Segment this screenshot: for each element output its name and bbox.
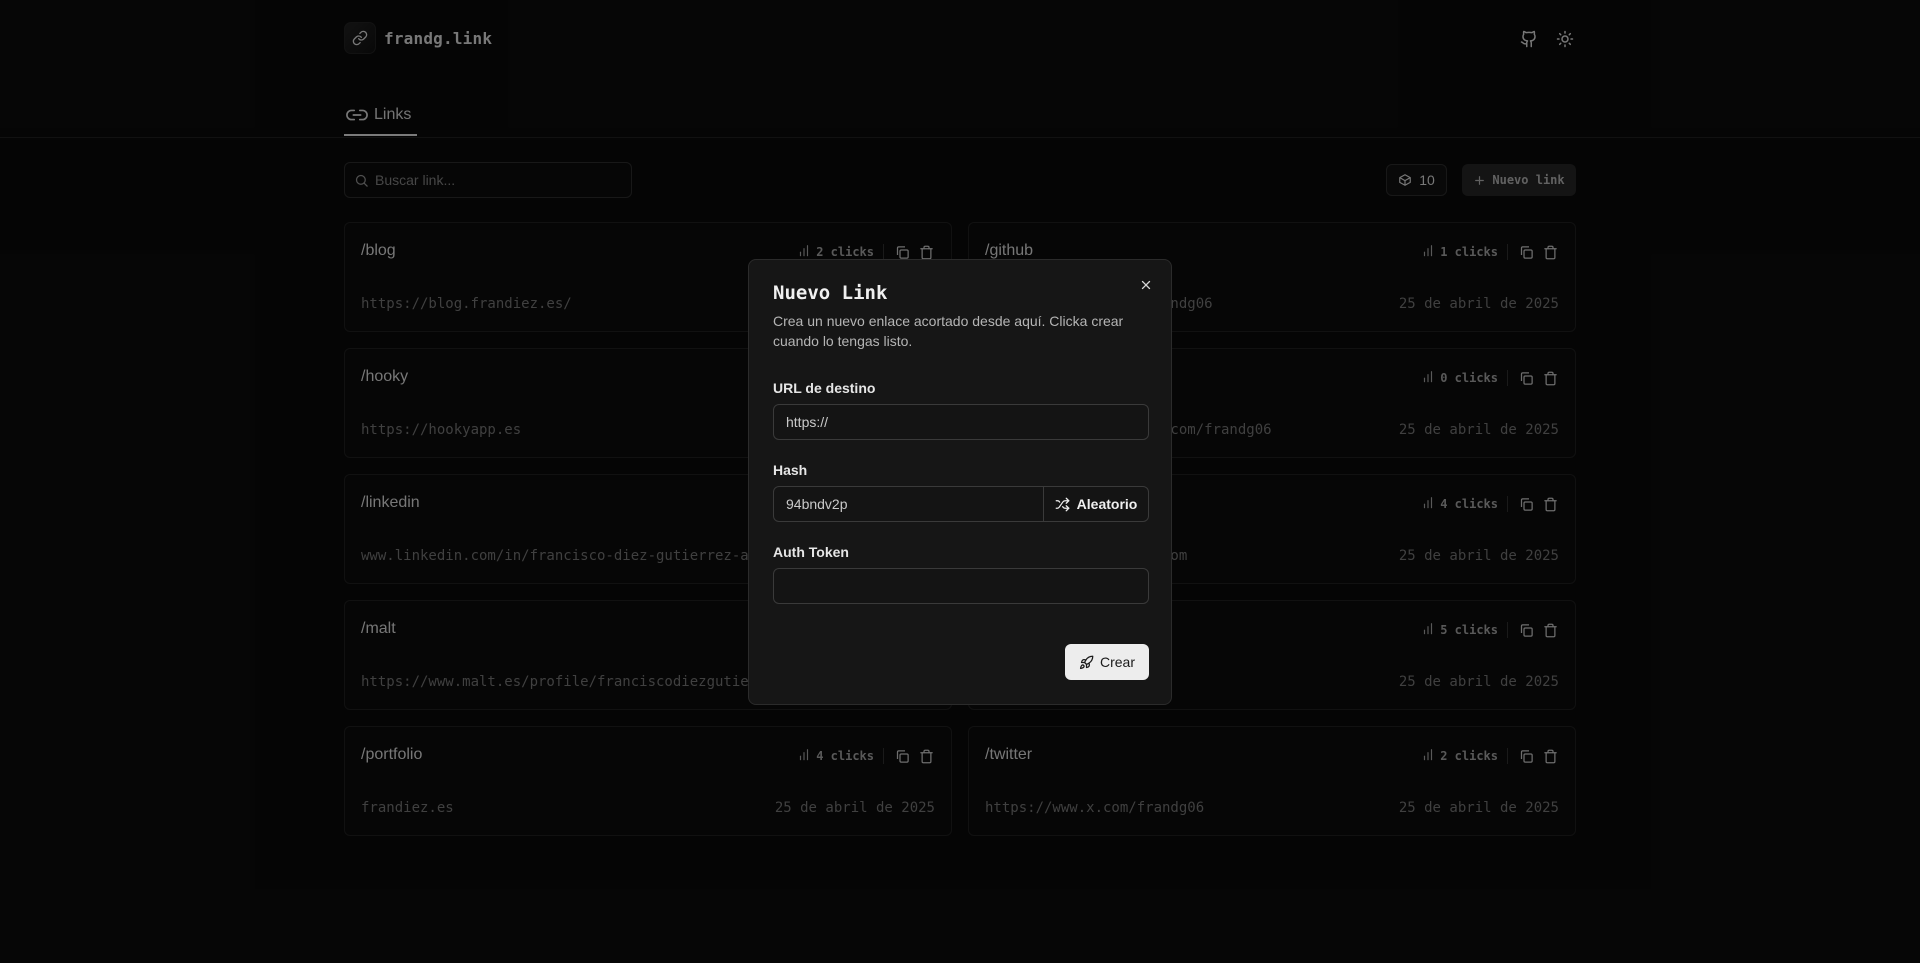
shuffle-icon [1055, 497, 1070, 511]
url-field[interactable] [773, 404, 1149, 440]
create-button[interactable]: Crear [1065, 644, 1149, 680]
random-hash-button[interactable]: Aleatorio [1043, 486, 1149, 522]
hash-label: Hash [773, 462, 808, 478]
url-label: URL de destino [773, 380, 876, 396]
dialog-title: Nuevo Link [773, 282, 888, 304]
new-link-dialog: Nuevo Link Crea un nuevo enlace acortado… [748, 259, 1172, 705]
dialog-description: Crea un nuevo enlace acortado desde aquí… [773, 313, 1124, 349]
close-icon[interactable] [1137, 276, 1155, 294]
random-label: Aleatorio [1076, 496, 1138, 512]
hash-field[interactable] [773, 486, 1044, 522]
token-label: Auth Token [773, 544, 849, 560]
create-label: Crear [1099, 654, 1135, 670]
rocket-icon [1079, 655, 1094, 669]
auth-token-field[interactable] [773, 568, 1149, 604]
